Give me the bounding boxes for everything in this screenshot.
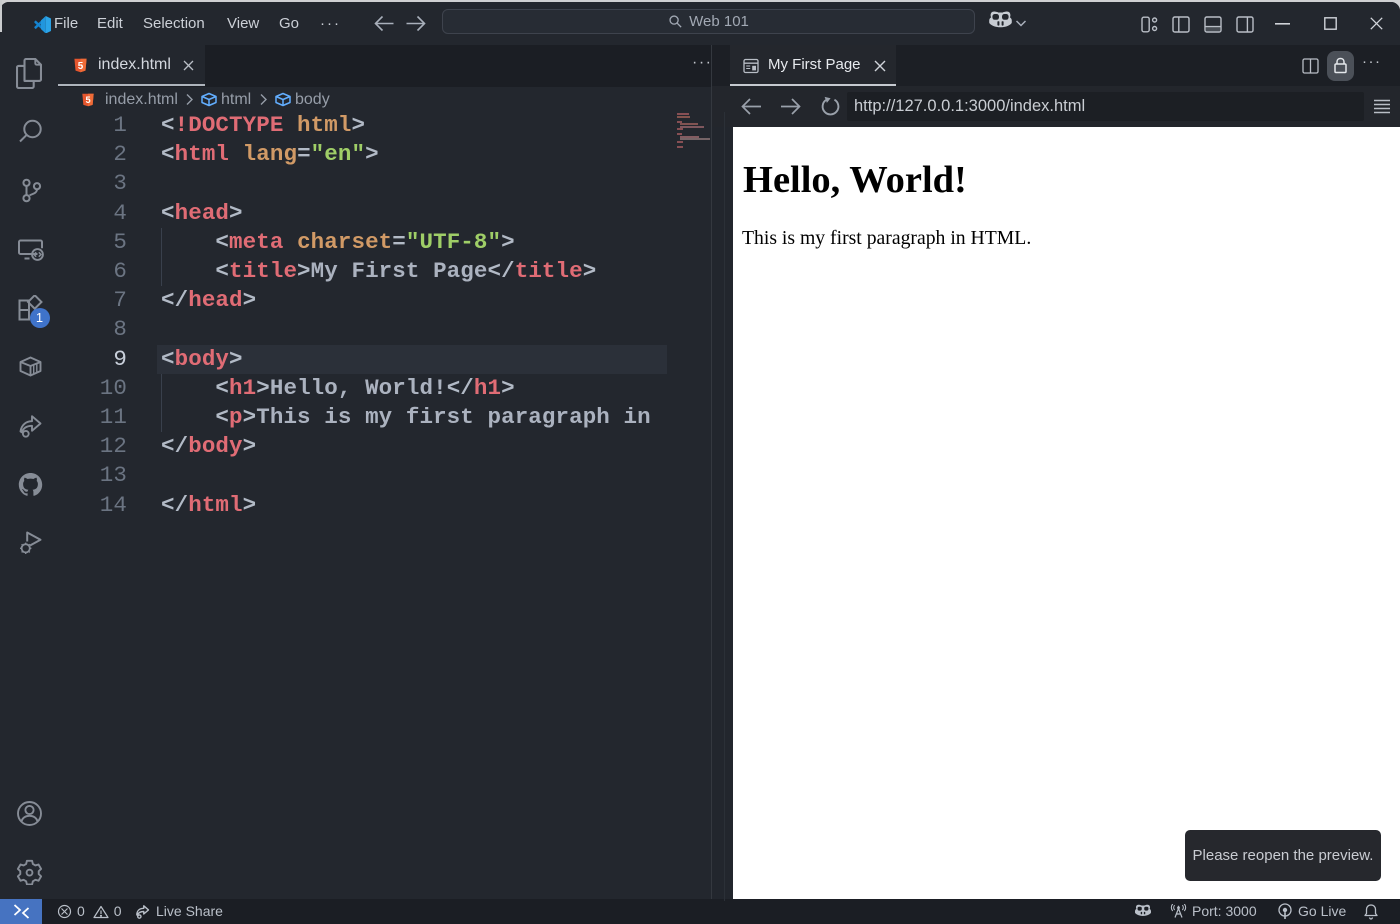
svg-text:5: 5 (85, 95, 90, 105)
svg-text:5: 5 (78, 60, 84, 71)
